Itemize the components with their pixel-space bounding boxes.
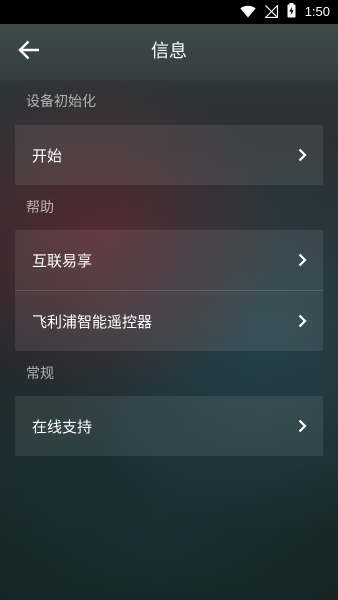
section-card-device-init: 开始 bbox=[15, 125, 323, 185]
list-item-philips-remote[interactable]: 飞利浦智能遥控器 bbox=[15, 290, 323, 351]
list-item-easylink[interactable]: 互联易享 bbox=[15, 230, 323, 290]
section-header-device-init: 设备初始化 bbox=[26, 94, 96, 110]
app-bar: 信息 bbox=[0, 24, 338, 80]
page-title: 信息 bbox=[151, 41, 187, 62]
list-item-label: 开始 bbox=[32, 146, 63, 165]
list-item-label: 飞利浦智能遥控器 bbox=[32, 312, 153, 331]
chevron-right-icon bbox=[297, 253, 307, 267]
list-item-online-support[interactable]: 在线支持 bbox=[15, 396, 323, 456]
list-item-start[interactable]: 开始 bbox=[15, 125, 323, 185]
wifi-icon bbox=[239, 3, 256, 22]
battery-charging-icon bbox=[287, 2, 296, 22]
chevron-right-icon bbox=[297, 148, 307, 162]
section-header-general: 常规 bbox=[26, 366, 54, 382]
chevron-right-icon bbox=[297, 419, 307, 433]
section-card-general: 在线支持 bbox=[15, 396, 323, 456]
back-button[interactable] bbox=[16, 40, 42, 64]
section-header-help: 帮助 bbox=[26, 200, 54, 216]
section-card-help: 互联易享 飞利浦智能遥控器 bbox=[15, 230, 323, 351]
status-icons: 1:50 bbox=[239, 2, 330, 22]
list-item-label: 在线支持 bbox=[32, 417, 93, 436]
status-bar: 1:50 bbox=[0, 0, 338, 24]
list-item-label: 互联易享 bbox=[32, 251, 93, 270]
status-time: 1:50 bbox=[304, 4, 330, 19]
arrow-left-icon bbox=[18, 40, 40, 64]
chevron-right-icon bbox=[297, 314, 307, 328]
signal-icon bbox=[263, 3, 278, 22]
